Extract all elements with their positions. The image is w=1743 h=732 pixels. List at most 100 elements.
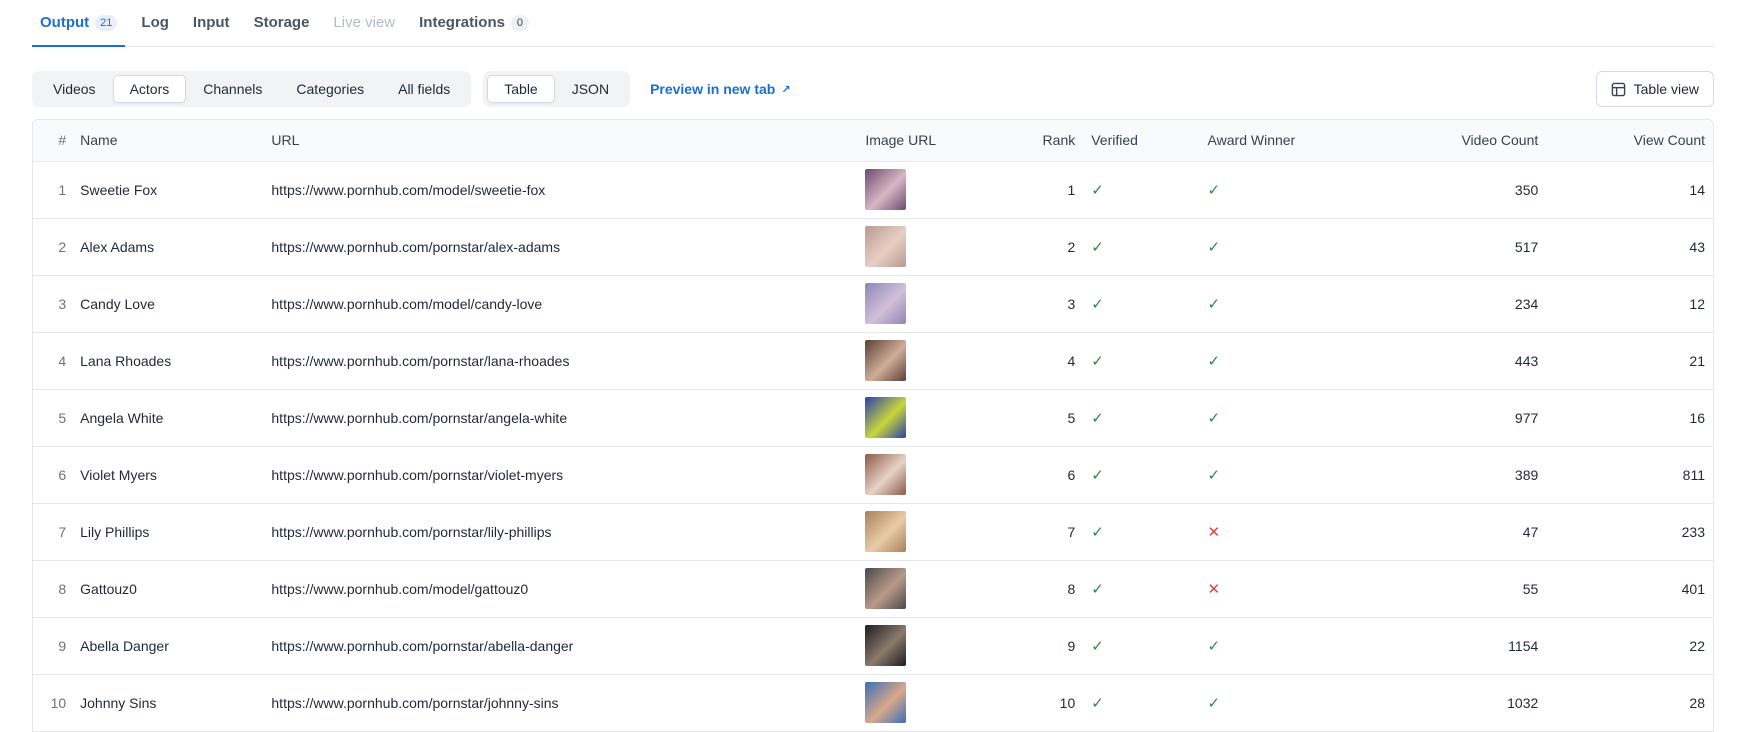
actor-thumbnail-image[interactable]: [865, 340, 907, 381]
column-header-view-count[interactable]: View Count: [1546, 120, 1713, 162]
cell-rank: 7: [996, 503, 1084, 561]
actor-thumbnail-image[interactable]: [865, 397, 907, 438]
tab-live-view[interactable]: Live view: [325, 0, 403, 46]
cell-name: Abella Danger: [72, 617, 264, 675]
cell-video-count: 55: [1385, 560, 1547, 618]
cell-url[interactable]: https://www.pornhub.com/pornstar/lana-rh…: [263, 332, 858, 390]
cell-view-count: 233: [1546, 503, 1713, 561]
cross-icon: ✕: [1207, 523, 1221, 541]
check-icon: ✓: [1091, 694, 1104, 712]
table-header-row: # Name URL Image URL Rank Verified Award Winne…: [33, 120, 1713, 162]
actor-thumbnail-image[interactable]: [865, 226, 907, 267]
cell-name: Johnny Sins: [72, 674, 264, 732]
table-row[interactable]: 8 Gattouz0 https://www.pornhub.com/model/g…: [33, 560, 1713, 618]
cell-verified: ✓: [1083, 389, 1200, 447]
cell-url[interactable]: https://www.pornhub.com/model/candy-love: [263, 275, 858, 333]
tab-label: Integrations: [419, 14, 505, 31]
cell-award-winner: ✓: [1199, 161, 1386, 219]
cell-name: Lana Rhoades: [72, 332, 264, 390]
cell-image-url: [857, 275, 996, 333]
cell-verified: ✓: [1083, 218, 1200, 276]
view-categories-button[interactable]: Categories: [279, 75, 381, 103]
cell-url[interactable]: https://www.pornhub.com/pornstar/alex-ad…: [263, 218, 858, 276]
column-header-image-url[interactable]: Image URL: [857, 120, 996, 162]
cell-image-url: [857, 389, 996, 447]
check-icon: ✓: [1091, 637, 1104, 655]
actor-thumbnail-image[interactable]: [865, 454, 907, 495]
actor-thumbnail-image[interactable]: [865, 568, 907, 609]
actor-thumbnail-image[interactable]: [865, 682, 907, 723]
tab-output[interactable]: Output 21: [32, 0, 126, 47]
check-icon: ✓: [1207, 181, 1221, 199]
row-index: 9: [33, 617, 73, 675]
preview-in-new-tab-link[interactable]: Preview in new tab ↗: [650, 81, 790, 97]
cell-award-winner: ✓: [1199, 275, 1386, 333]
table-row[interactable]: 7 Lily Phillips https://www.pornhub.com/po…: [33, 503, 1713, 561]
format-table-button[interactable]: Table: [487, 75, 555, 103]
row-index: 1: [33, 161, 73, 219]
check-icon: ✓: [1091, 523, 1104, 541]
column-header-rank[interactable]: Rank: [996, 120, 1084, 162]
table-row[interactable]: 1 Sweetie Fox https://www.pornhub.com/mode…: [33, 161, 1713, 219]
cell-rank: 6: [996, 446, 1084, 504]
cell-url[interactable]: https://www.pornhub.com/model/sweetie-fo…: [263, 161, 858, 219]
cell-rank: 10: [996, 674, 1084, 732]
view-selector: Videos Actors Channels Categories All fields: [32, 71, 472, 107]
column-header-award-winner[interactable]: Award Winner: [1199, 120, 1386, 162]
table-row[interactable]: 6 Violet Myers https://www.pornhub.com/por…: [33, 446, 1713, 504]
column-header-video-count[interactable]: Video Count: [1385, 120, 1547, 162]
table-row[interactable]: 9 Abella Danger https://www.pornhub.com/po…: [33, 617, 1713, 675]
cell-url[interactable]: https://www.pornhub.com/model/gattouz0: [263, 560, 858, 618]
cell-rank: 2: [996, 218, 1084, 276]
view-channels-button[interactable]: Channels: [186, 75, 279, 103]
cell-view-count: 22: [1546, 617, 1713, 675]
tab-label: Log: [141, 14, 169, 31]
cell-name: Violet Myers: [72, 446, 264, 504]
check-icon: ✓: [1207, 466, 1221, 484]
table-row[interactable]: 3 Candy Love https://www.pornhub.com/model…: [33, 275, 1713, 333]
cell-image-url: [857, 446, 996, 504]
table-row[interactable]: 10 Johnny Sins https://www.pornhub.com/por…: [33, 674, 1713, 732]
table-row[interactable]: 5 Angela White https://www.pornhub.com/por…: [33, 389, 1713, 447]
actor-thumbnail-image[interactable]: [865, 625, 907, 666]
column-header-url[interactable]: URL: [263, 120, 858, 162]
cell-view-count: 12: [1546, 275, 1713, 333]
column-header-name[interactable]: Name: [72, 120, 264, 162]
cell-url[interactable]: https://www.pornhub.com/pornstar/abella-…: [263, 617, 858, 675]
actor-thumbnail-image[interactable]: [865, 169, 907, 210]
cell-video-count: 234: [1385, 275, 1547, 333]
results-table: # Name URL Image URL Rank Verified Award Winne…: [33, 120, 1713, 732]
table-row[interactable]: 2 Alex Adams https://www.pornhub.com/porns…: [33, 218, 1713, 276]
cell-image-url: [857, 161, 996, 219]
tab-log[interactable]: Log: [133, 0, 177, 46]
tab-label: Live view: [333, 14, 396, 31]
cell-url[interactable]: https://www.pornhub.com/pornstar/lily-ph…: [263, 503, 858, 561]
actor-thumbnail-image[interactable]: [865, 283, 907, 324]
column-header-index[interactable]: #: [33, 120, 73, 162]
table-row[interactable]: 4 Lana Rhoades https://www.pornhub.com/por…: [33, 332, 1713, 390]
view-actors-button[interactable]: Actors: [112, 75, 187, 103]
cell-url[interactable]: https://www.pornhub.com/pornstar/angela-…: [263, 389, 858, 447]
check-icon: ✓: [1207, 694, 1221, 712]
tab-storage[interactable]: Storage: [246, 0, 318, 46]
cell-view-count: 43: [1546, 218, 1713, 276]
view-all-fields-button[interactable]: All fields: [381, 75, 467, 103]
cell-image-url: [857, 674, 996, 732]
cell-video-count: 1032: [1385, 674, 1547, 732]
tab-input[interactable]: Input: [185, 0, 238, 46]
cell-url[interactable]: https://www.pornhub.com/pornstar/violet-…: [263, 446, 858, 504]
table-view-button[interactable]: Table view: [1595, 71, 1714, 107]
check-icon: ✓: [1207, 295, 1221, 313]
cross-icon: ✕: [1207, 580, 1221, 598]
actor-thumbnail-image[interactable]: [865, 511, 907, 552]
tab-integrations[interactable]: Integrations 0: [411, 0, 537, 46]
cell-name: Candy Love: [72, 275, 264, 333]
view-videos-button[interactable]: Videos: [36, 75, 113, 103]
cell-video-count: 977: [1385, 389, 1547, 447]
output-tabs: Output 21 Log Input Storage Live view Integrat…: [32, 0, 1714, 47]
cell-rank: 5: [996, 389, 1084, 447]
format-json-button[interactable]: JSON: [555, 75, 626, 103]
tab-label: Output: [40, 14, 90, 31]
cell-url[interactable]: https://www.pornhub.com/pornstar/johnny-…: [263, 674, 858, 732]
column-header-verified[interactable]: Verified: [1083, 120, 1200, 162]
